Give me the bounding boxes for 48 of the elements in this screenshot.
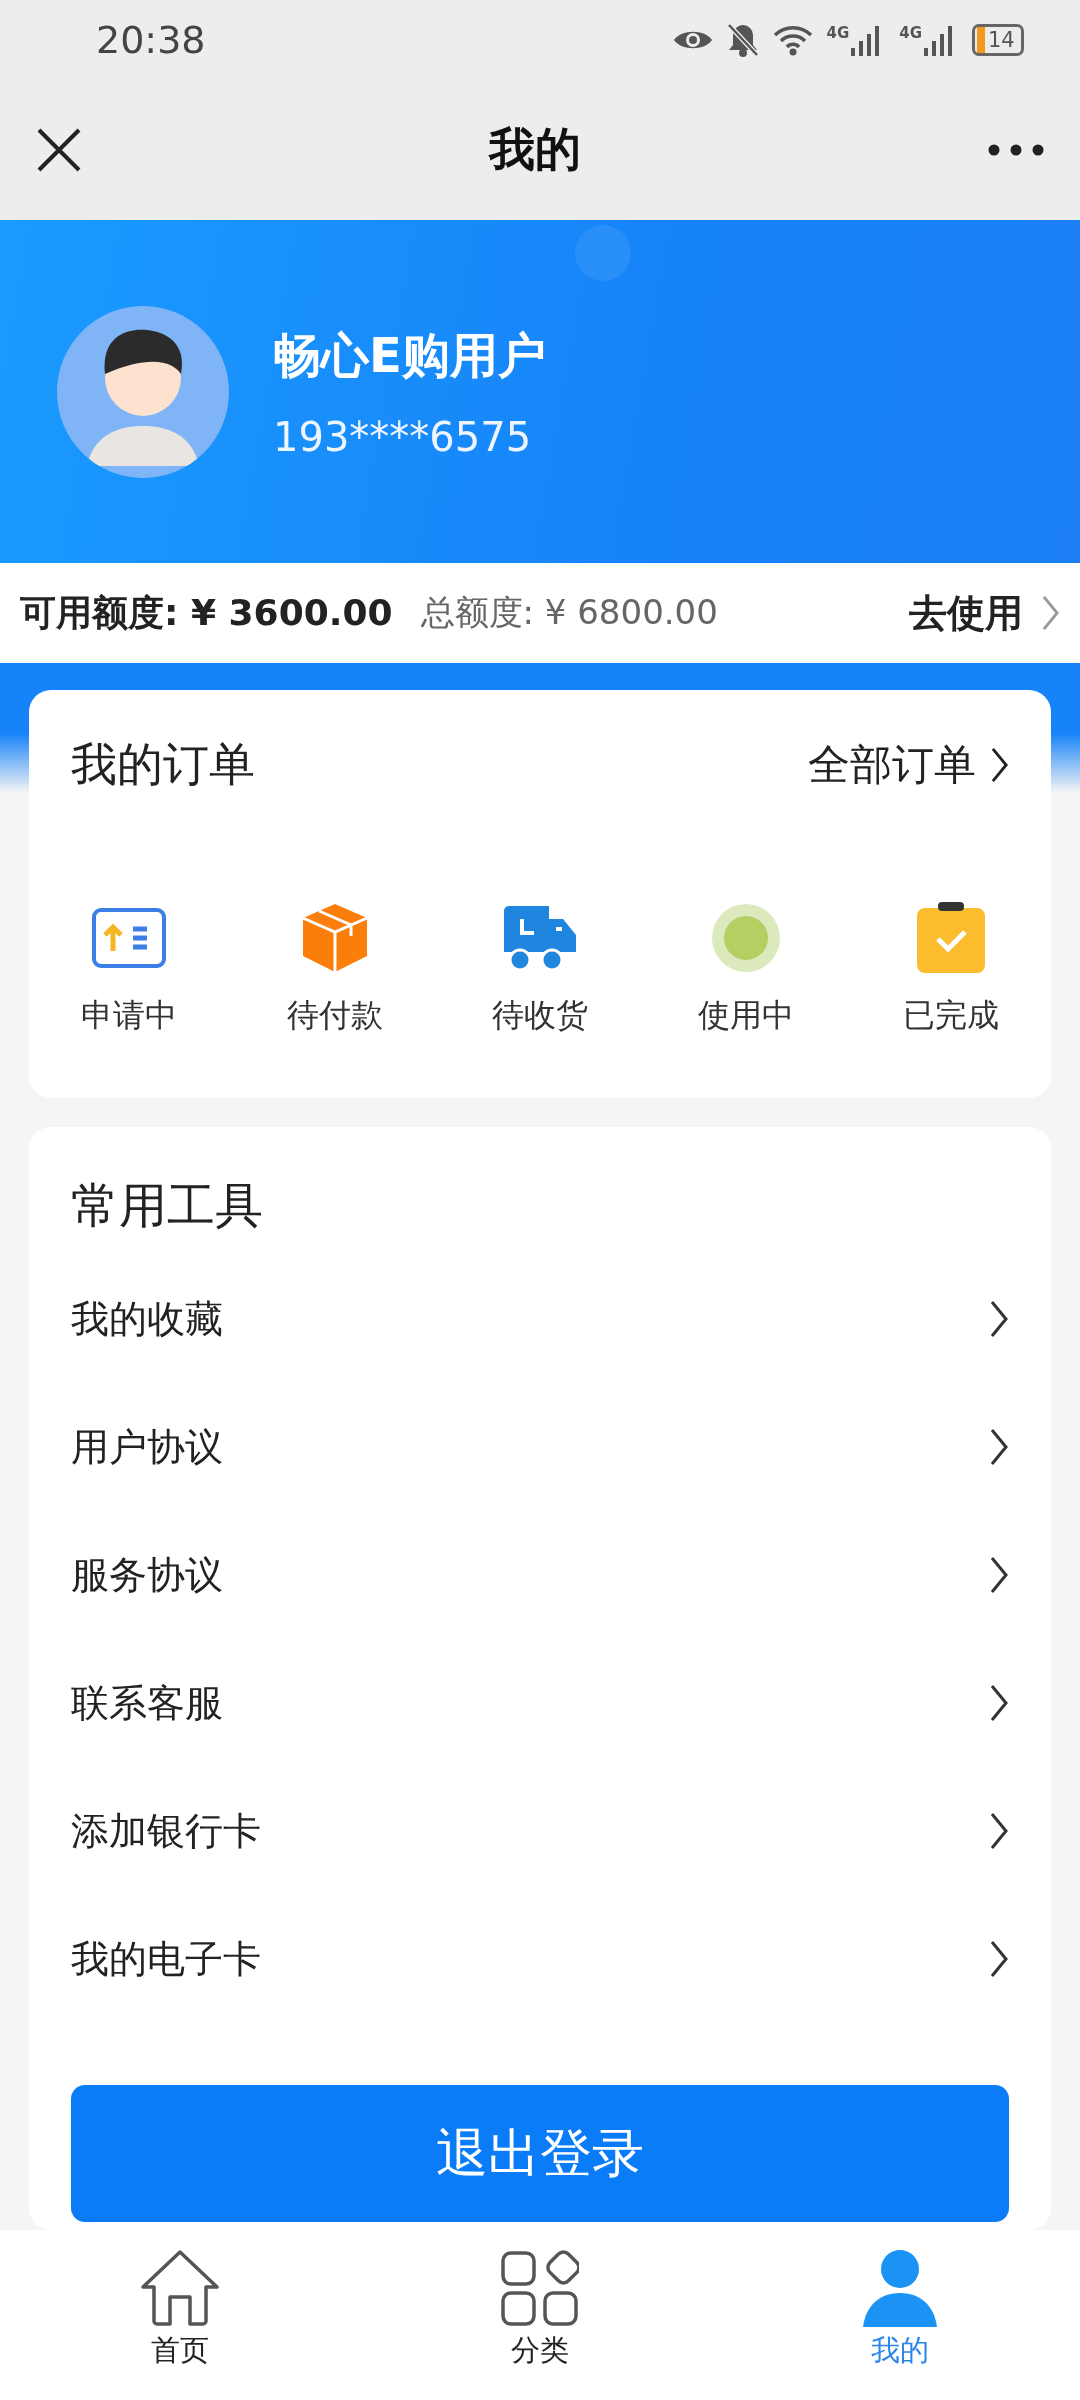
- truck-icon: [502, 905, 578, 971]
- grid-icon: [501, 2249, 579, 2327]
- available-credit: 可用额度: ¥ 3600.00: [20, 590, 393, 635]
- network-type: 4G: [826, 24, 850, 42]
- upload-list-icon: [91, 907, 167, 969]
- chevron-right-icon: [989, 1427, 1009, 1467]
- user-name: 畅心E购用户: [273, 325, 546, 385]
- menu-item[interactable]: 联系客服: [71, 1639, 1009, 1767]
- clipboard-check-icon: [916, 902, 986, 974]
- chevron-right-icon: [1041, 594, 1060, 632]
- status-time: 20:38: [96, 18, 206, 62]
- use-link[interactable]: 去使用: [909, 587, 1060, 639]
- circle-icon: [711, 904, 780, 972]
- chevron-right-icon: [989, 1939, 1009, 1979]
- battery-level: 14: [988, 28, 1015, 52]
- menu-item[interactable]: 我的电子卡: [71, 1895, 1009, 2023]
- order-status-button[interactable]: 待收货: [460, 900, 620, 1038]
- logout-button[interactable]: 退出登录: [71, 2085, 1009, 2222]
- chevron-right-icon: [989, 1683, 1009, 1723]
- order-status-button[interactable]: 申请中: [49, 900, 209, 1038]
- order-status-button[interactable]: 已完成: [871, 900, 1031, 1038]
- chevron-right-icon: [989, 1555, 1009, 1595]
- more-icon[interactable]: [988, 144, 1044, 156]
- chevron-right-icon: [989, 1811, 1009, 1851]
- total-credit: 总额度: ¥ 6800.00: [420, 591, 718, 634]
- close-icon[interactable]: [36, 127, 82, 173]
- home-icon: [140, 2249, 220, 2327]
- card-title: 常用工具: [71, 1176, 264, 1235]
- tab[interactable]: 首页: [0, 2230, 360, 2400]
- chevron-right-icon: [990, 746, 1009, 784]
- order-status-button[interactable]: 使用中: [665, 900, 826, 1038]
- chevron-right-icon: [989, 1299, 1009, 1339]
- box-icon: [300, 902, 369, 974]
- bell-off-icon: [726, 23, 759, 57]
- all-orders-link[interactable]: 全部订单: [808, 737, 1009, 793]
- card-title: 我的订单: [71, 736, 255, 793]
- order-status-button[interactable]: 待付款: [254, 900, 415, 1038]
- tab[interactable]: 分类: [360, 2230, 720, 2400]
- menu-item[interactable]: 添加银行卡: [71, 1767, 1009, 1895]
- user-icon: [863, 2249, 937, 2327]
- menu-item[interactable]: 服务协议: [71, 1511, 1009, 1639]
- page-title: 我的: [489, 121, 581, 178]
- tab[interactable]: 我的: [720, 2230, 1080, 2400]
- menu-item[interactable]: 用户协议: [71, 1383, 1009, 1511]
- phone-number: 193****6575: [273, 413, 533, 460]
- menu-item[interactable]: 我的收藏: [71, 1255, 1009, 1383]
- wifi-icon: [772, 24, 813, 56]
- network-type: 4G: [899, 24, 922, 42]
